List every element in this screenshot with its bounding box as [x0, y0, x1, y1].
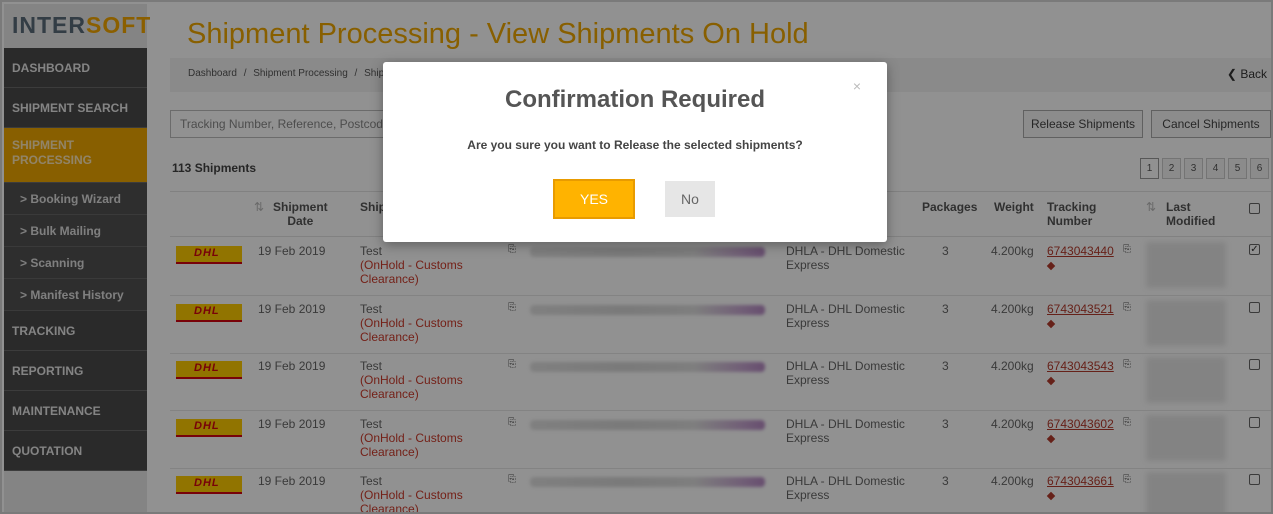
no-button[interactable]: No — [665, 181, 715, 217]
confirmation-dialog: × Confirmation Required Are you sure you… — [383, 62, 887, 242]
app-window: INTERSOFT DASHBOARD SHIPMENT SEARCH SHIP… — [0, 0, 1273, 514]
yes-button[interactable]: YES — [553, 179, 635, 219]
dialog-title: Confirmation Required — [504, 86, 765, 113]
dialog-message: Are you sure you want to Release the sel… — [467, 138, 803, 152]
